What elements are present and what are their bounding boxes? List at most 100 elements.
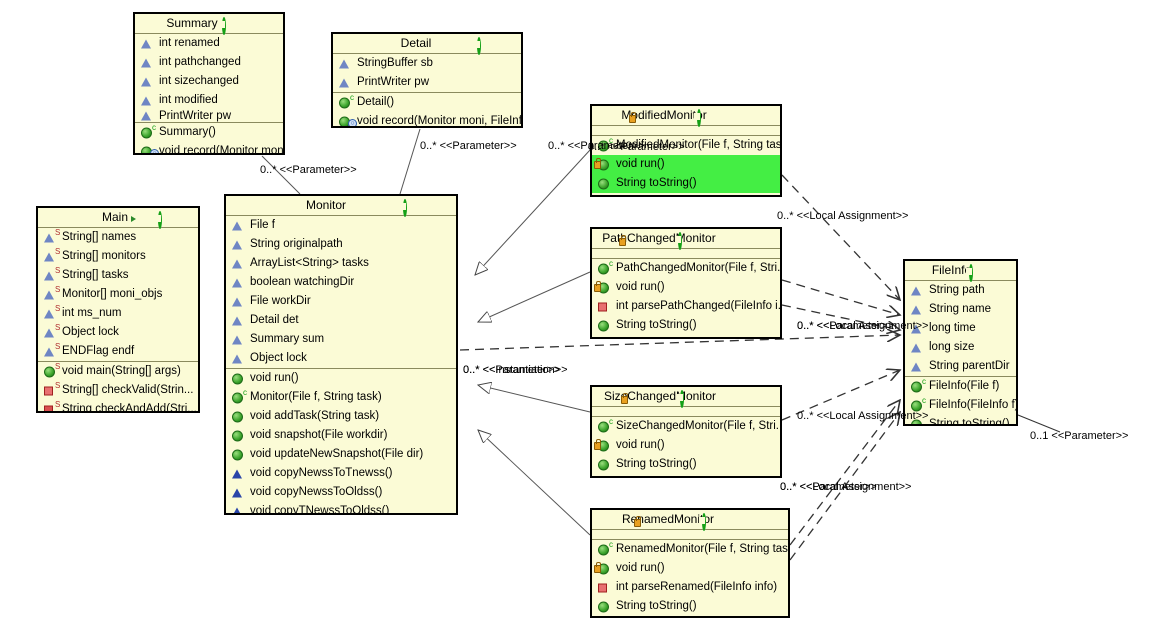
red-square-icon <box>44 386 53 395</box>
class-header: Detail <box>333 34 521 55</box>
uml-class-monitor[interactable]: Monitor File f String originalpath Array… <box>224 194 458 515</box>
uml-class-renamedmonitor[interactable]: RenamedMonitor c RenamedMonitor(File f, S… <box>590 508 790 618</box>
empty-attributes <box>592 249 780 258</box>
uml-class-summary[interactable]: Summary int renamed int pathchanged int … <box>133 12 285 155</box>
class-name: Summary <box>166 16 218 30</box>
method-row[interactable]: ○ void record(Monitor moni, FileInf... <box>333 112 521 127</box>
attribute-row[interactable]: PrintWriter pw <box>135 110 283 122</box>
attribute-row[interactable]: Sint ms_num <box>38 304 198 323</box>
uml-class-pathchangedmonitor[interactable]: PathChangedMonitor c PathChangedMonitor(F… <box>590 227 782 339</box>
blue-triangle-icon <box>141 39 151 48</box>
green-circle-icon <box>598 320 609 331</box>
attribute-row[interactable]: ArrayList<String> tasks <box>226 254 456 273</box>
attribute-row[interactable]: StringBuffer sb <box>333 54 521 73</box>
attribute-row[interactable]: long size <box>905 338 1016 357</box>
blue-triangle-icon <box>911 362 921 371</box>
lock-icon <box>594 158 601 169</box>
method-row[interactable]: String toString() <box>592 597 788 616</box>
attribute-row[interactable]: String parentDir <box>905 357 1016 376</box>
attribute-row[interactable]: Summary sum <box>226 330 456 349</box>
attribute-row[interactable]: String originalpath <box>226 235 456 254</box>
method-row[interactable]: void run() <box>592 278 780 297</box>
blue-triangle-icon <box>232 316 242 325</box>
method-row[interactable]: void run() <box>592 559 788 578</box>
method-row[interactable]: void copyNewssToTnewss() <box>226 464 456 483</box>
method-row[interactable]: void run() <box>592 155 780 174</box>
method-row[interactable]: c SizeChangedMonitor(File f, Stri... <box>592 417 780 436</box>
uml-class-detail[interactable]: Detail StringBuffer sb PrintWriter pw cD… <box>331 32 523 128</box>
attribute-label: Monitor[] moni_objs <box>62 288 163 300</box>
method-row[interactable]: String toString() <box>592 174 780 193</box>
method-row[interactable]: String toString() <box>592 316 780 335</box>
attribute-label: String[] tasks <box>62 269 129 281</box>
attribute-row[interactable]: S String[] monitors <box>38 247 198 266</box>
method-row[interactable]: void run() <box>226 369 456 388</box>
method-label: String toString() <box>616 600 697 612</box>
attribute-row[interactable]: int modified <box>135 91 283 110</box>
attribute-label: int pathchanged <box>159 56 241 68</box>
method-label: void addTask(String task) <box>250 410 380 422</box>
method-label: void record(Monitor moni, FileInf... <box>357 115 521 127</box>
attribute-label: Summary sum <box>250 333 325 345</box>
method-row[interactable]: void copyNewssToOldss() <box>226 483 456 502</box>
blue-triangle-icon <box>232 278 242 287</box>
method-row[interactable]: void snapshot(File workdir) <box>226 426 456 445</box>
attribute-row[interactable]: Object lock <box>226 349 456 368</box>
attribute-row[interactable]: Detail det <box>226 311 456 330</box>
blue-triangle-icon <box>44 233 54 242</box>
method-row[interactable]: String toString() <box>592 455 780 474</box>
attribute-row[interactable]: String name <box>905 300 1016 319</box>
methods-section: c Detail() ○ void record(Monitor moni, Fil… <box>333 93 521 127</box>
uml-class-sizechangedmonitor[interactable]: SizeChangedMonitor c SizeChangedMonitor(F… <box>590 385 782 478</box>
method-label: int parseRenamed(FileInfo info) <box>616 581 778 593</box>
method-row[interactable]: void run() <box>592 436 780 455</box>
attribute-label: String[] names <box>62 231 137 243</box>
attribute-row[interactable]: S String[] tasks <box>38 266 198 285</box>
method-label: FileInfo(File f) <box>929 380 1000 392</box>
attribute-label: String name <box>929 303 992 315</box>
method-row[interactable]: ○ void record(Monitor moni) <box>135 142 283 153</box>
attribute-row[interactable]: int renamed <box>135 34 283 53</box>
attribute-row[interactable]: S Object lock <box>38 323 198 342</box>
class-name: Monitor <box>305 198 346 212</box>
blue-triangle-solid-icon <box>232 507 242 513</box>
method-row[interactable]: int parseRenamed(FileInfo info) <box>592 578 788 597</box>
attributes-section: File f String originalpath ArrayList<Str… <box>226 216 456 369</box>
attributes-section <box>592 126 780 136</box>
method-row[interactable]: void addTask(String task) <box>226 407 456 426</box>
method-row[interactable]: S String checkAndAdd(Stri... <box>38 400 198 411</box>
attributes-section <box>592 530 788 540</box>
attribute-row[interactable]: boolean watchingDir <box>226 273 456 292</box>
method-row[interactable]: c RenamedMonitor(File f, String task) <box>592 540 788 559</box>
method-row[interactable]: c FileInfo(File f) <box>905 377 1016 396</box>
attribute-row[interactable]: File workDir <box>226 292 456 311</box>
method-row[interactable]: c Monitor(File f, String task) <box>226 388 456 407</box>
green-circle-icon <box>339 97 350 108</box>
attribute-row[interactable]: S ENDFlag endf <box>38 342 198 361</box>
attribute-row[interactable]: int sizechanged <box>135 72 283 91</box>
method-row[interactable]: c Detail() <box>333 93 521 112</box>
method-label: void snapshot(File workdir) <box>250 429 388 441</box>
attribute-row[interactable]: PrintWriter pw <box>333 73 521 92</box>
uml-class-fileinfo[interactable]: FileInfo String path String name long ti… <box>903 259 1018 426</box>
attribute-row[interactable]: S String[] names <box>38 228 198 247</box>
attribute-row[interactable]: File f <box>226 216 456 235</box>
method-row[interactable]: void copyTNewssToOldss() <box>226 502 456 513</box>
attribute-row[interactable]: String path <box>905 281 1016 300</box>
method-row[interactable]: Svoid main(String[] args) <box>38 362 198 381</box>
method-row[interactable]: c PathChangedMonitor(File f, Stri... <box>592 259 780 278</box>
attributes-section: int renamed int pathchanged int sizechan… <box>135 34 283 123</box>
attribute-row[interactable]: int pathchanged <box>135 53 283 72</box>
method-row[interactable]: void updateNewSnapshot(File dir) <box>226 445 456 464</box>
uml-class-main[interactable]: Main S String[] names S String[] monitors … <box>36 206 200 413</box>
method-row[interactable]: c Summary() <box>135 123 283 142</box>
method-row[interactable]: S String[] checkValid(Strin... <box>38 381 198 400</box>
attribute-row[interactable]: S Monitor[] moni_objs <box>38 285 198 304</box>
method-label: void run() <box>616 281 665 293</box>
lock-icon <box>594 562 601 573</box>
class-icon <box>969 264 974 282</box>
class-header: RenamedMonitor <box>592 510 788 531</box>
methods-section: c SizeChangedMonitor(File f, Stri... void… <box>592 417 780 474</box>
method-row[interactable]: int parsePathChanged(FileInfo i... <box>592 297 780 316</box>
class-name: SizeChangedMonitor <box>603 389 717 403</box>
